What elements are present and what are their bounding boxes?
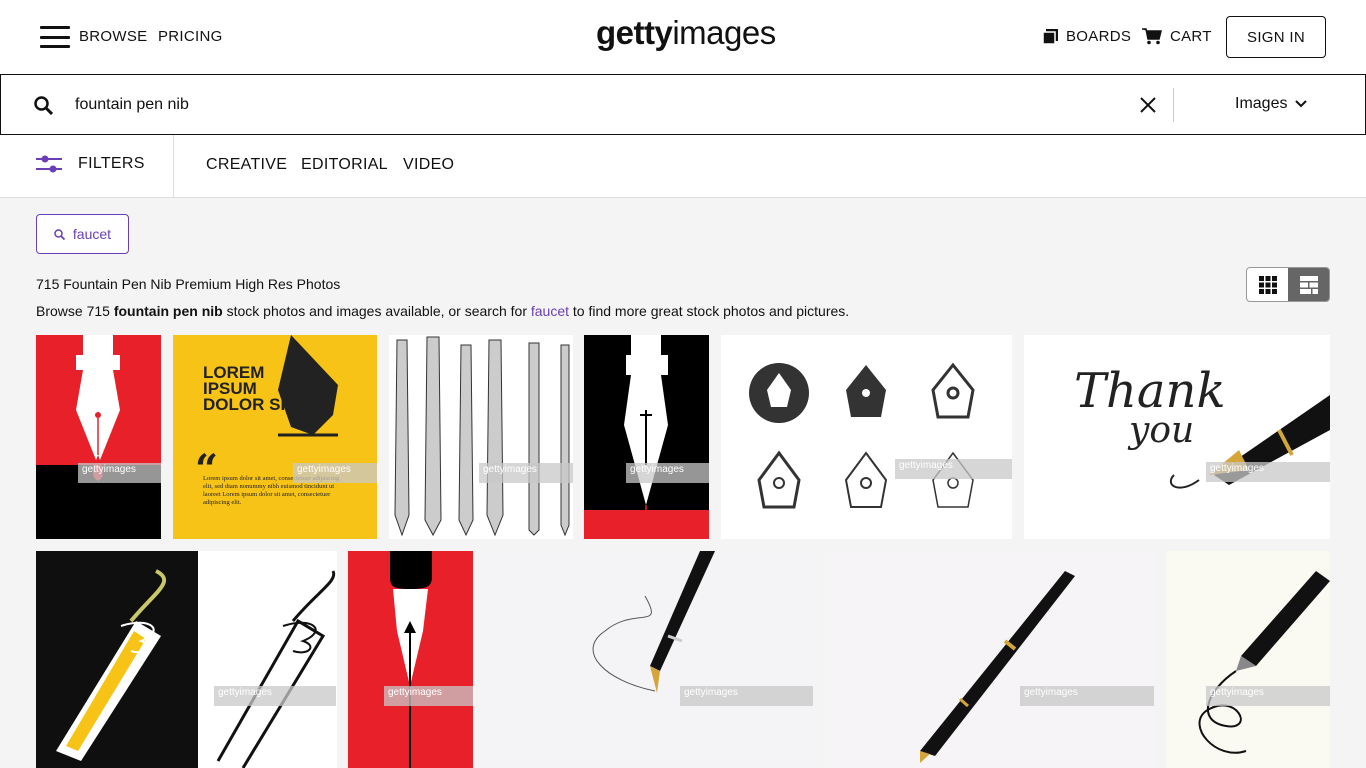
pen-writing-photo <box>592 551 715 693</box>
image-tile[interactable]: gettyimages <box>36 335 161 539</box>
filters-label: FILTERS <box>78 155 145 172</box>
watermark-text: gettyimages <box>218 687 272 698</box>
related-search-chip[interactable]: faucet <box>36 214 129 254</box>
mosaic-icon <box>1299 275 1318 294</box>
results-description: Browse 715 fountain pen nib stock photos… <box>36 303 849 319</box>
media-type-dropdown[interactable]: Images <box>1235 95 1308 113</box>
watermark-text: gettyimages <box>82 464 136 475</box>
watermark: gettyimages <box>78 463 161 483</box>
image-tile[interactable]: Thank you gettyimages <box>1024 335 1330 539</box>
image-tile[interactable]: gettyimages <box>389 335 573 539</box>
pen-illustration: “ <box>195 335 338 493</box>
tab-editorial[interactable]: EDITORIAL <box>301 156 388 174</box>
cart-label: CART <box>1170 28 1212 45</box>
nib-illustration <box>76 335 120 481</box>
boards-label: BOARDS <box>1066 28 1132 45</box>
watermark-text: gettyimages <box>1210 463 1264 474</box>
yellow-nib-illustration <box>56 569 167 761</box>
watermark: gettyimages <box>680 686 813 706</box>
watermark: gettyimages <box>1020 686 1154 706</box>
results-title: 715 Fountain Pen Nib Premium High Res Ph… <box>36 276 341 292</box>
boards-link[interactable]: BOARDS <box>1043 28 1131 45</box>
watermark: gettyimages <box>384 686 473 706</box>
image-tile[interactable]: gettyimages <box>1166 551 1330 768</box>
black-pen-photo <box>920 571 1075 763</box>
sign-in-button[interactable]: SIGN IN <box>1226 16 1326 58</box>
watermark: gettyimages <box>479 463 573 483</box>
image-tile[interactable]: gettyimages <box>721 335 1012 539</box>
menu-icon[interactable] <box>40 26 70 48</box>
desc-middle: stock photos and images available, or se… <box>222 303 531 319</box>
desc-query: fountain pen nib <box>113 303 223 319</box>
image-tile[interactable]: gettyimages <box>348 551 473 768</box>
watermark-text: gettyimages <box>388 687 442 698</box>
desc-suggestion-link[interactable]: faucet <box>531 303 569 319</box>
watermark: gettyimages <box>1206 462 1330 482</box>
watermark-text: gettyimages <box>1024 687 1078 698</box>
chevron-down-icon <box>1295 100 1308 108</box>
logo-bold: getty <box>596 14 673 51</box>
image-tile[interactable] <box>36 551 198 768</box>
pen-swirl-photo <box>1198 571 1330 754</box>
filters-button[interactable]: FILTERS <box>36 155 145 173</box>
image-tile[interactable]: gettyimages <box>198 551 337 768</box>
cart-icon <box>1142 28 1162 45</box>
cart-link[interactable]: CART <box>1142 28 1212 45</box>
fountain-pen-photo <box>1169 395 1330 489</box>
search-divider <box>1173 88 1174 122</box>
watermark-text: gettyimages <box>899 460 953 471</box>
filter-bar: FILTERS CREATIVE EDITORIAL VIDEO <box>0 135 1366 198</box>
image-tile[interactable]: gettyimages <box>584 335 709 539</box>
watermark-text: gettyimages <box>483 464 537 475</box>
search-input[interactable] <box>75 93 975 117</box>
tab-creative[interactable]: CREATIVE <box>206 156 287 174</box>
site-header: BROWSE PRICING gettyimages BOARDS CART S… <box>0 0 1366 74</box>
tab-video[interactable]: VIDEO <box>403 156 454 174</box>
search-icon <box>54 228 65 240</box>
getty-logo[interactable]: gettyimages <box>596 14 776 52</box>
image-tile[interactable]: gettyimages <box>825 551 1154 768</box>
chip-label: faucet <box>72 226 112 242</box>
browse-link[interactable]: BROWSE <box>79 28 147 45</box>
pricing-link[interactable]: PRICING <box>158 28 223 45</box>
pens-sketch <box>394 336 570 537</box>
desc-suffix: to find more great stock photos and pict… <box>569 303 850 319</box>
view-toggle <box>1246 267 1330 302</box>
filter-divider <box>173 135 174 198</box>
line-nib-illustration <box>216 570 336 768</box>
media-type-label: Images <box>1235 95 1288 112</box>
logo-light: images <box>672 14 776 51</box>
watermark-text: gettyimages <box>297 464 351 475</box>
watermark: gettyimages <box>1206 686 1330 706</box>
nib-arrow-illustration <box>390 551 432 768</box>
mosaic-view-button[interactable] <box>1288 268 1329 301</box>
sliders-icon <box>36 155 62 173</box>
boards-icon <box>1043 29 1058 44</box>
desc-prefix: Browse 715 <box>36 303 114 319</box>
image-tile[interactable]: gettyimages <box>485 551 813 768</box>
watermark: gettyimages <box>626 463 709 483</box>
nib-illustration <box>624 335 668 539</box>
image-tile[interactable]: LOREM IPSUM DOLOR SIT “ Lorem ipsum dolo… <box>173 335 377 539</box>
close-icon[interactable] <box>1139 96 1157 114</box>
watermark: gettyimages <box>214 686 336 706</box>
search-bar: Images <box>0 74 1366 135</box>
watermark: gettyimages <box>293 463 377 483</box>
watermark: gettyimages <box>895 459 1012 479</box>
watermark-text: gettyimages <box>684 687 738 698</box>
search-icon[interactable] <box>34 96 53 115</box>
watermark-text: gettyimages <box>630 464 684 475</box>
grid-icon <box>1258 275 1277 294</box>
grid-view-button[interactable] <box>1247 268 1288 301</box>
nib-icons-set <box>749 362 975 509</box>
watermark-text: gettyimages <box>1210 687 1264 698</box>
